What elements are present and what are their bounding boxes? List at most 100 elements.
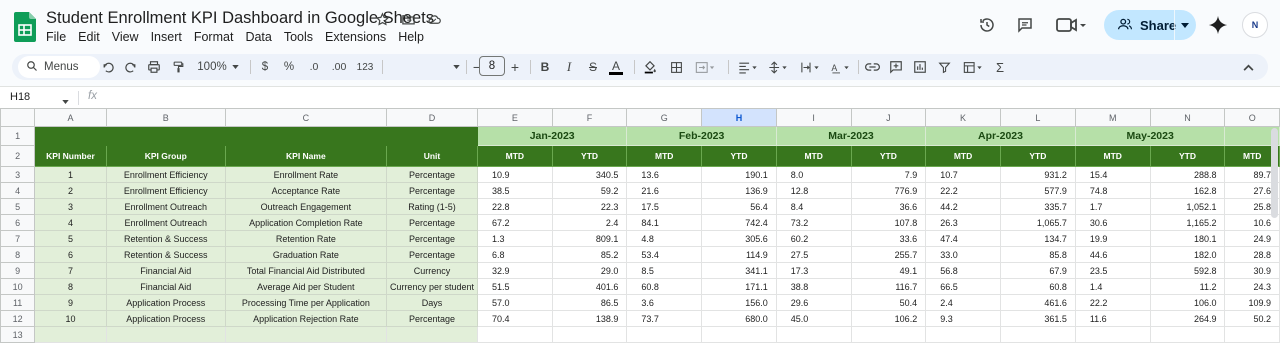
kpi-name-cell[interactable]: Processing Time per Application (224, 294, 387, 311)
value-cell[interactable]: 107.8 (850, 214, 927, 231)
value-cell[interactable]: 26.3 (925, 214, 1001, 231)
column-header-m[interactable]: M (1074, 108, 1151, 127)
value-cell[interactable]: 3.6 (626, 294, 703, 311)
unit-cell[interactable]: Currency (385, 262, 478, 279)
value-cell[interactable]: 8.5 (626, 262, 703, 279)
kpi-name-cell[interactable]: Total Financial Aid Distributed (224, 262, 387, 279)
filter-icon[interactable] (934, 54, 954, 80)
value-cell[interactable]: 1.3 (476, 230, 553, 247)
value-cell[interactable]: 8.4 (775, 198, 852, 215)
column-header-e[interactable]: E (476, 108, 553, 127)
kpi-group-cell[interactable]: Enrollment Efficiency (105, 182, 226, 199)
value-cell[interactable]: 809.1 (551, 230, 628, 247)
value-cell[interactable]: 70.4 (476, 310, 553, 327)
text-color-icon[interactable]: A (606, 54, 626, 80)
column-header-d[interactable]: D (385, 108, 478, 127)
empty-cell[interactable] (850, 326, 927, 343)
kpi-number-cell[interactable]: 8 (34, 278, 107, 295)
value-cell[interactable]: 47.4 (925, 230, 1001, 247)
month-header[interactable]: May-2023 (1074, 126, 1226, 146)
value-cell[interactable]: 22.8 (476, 198, 553, 215)
decrease-decimal-button[interactable]: .0 (304, 54, 324, 80)
kpi-number-cell[interactable]: 10 (34, 310, 107, 327)
empty-cell[interactable] (34, 326, 107, 343)
menu-help[interactable]: Help (398, 30, 424, 44)
value-cell[interactable]: 29.0 (551, 262, 628, 279)
strikethrough-icon[interactable]: S (584, 54, 602, 80)
value-cell[interactable]: 1,052.1 (1149, 198, 1226, 215)
value-cell[interactable]: 288.8 (1149, 166, 1226, 183)
kpi-number-cell[interactable]: 9 (34, 294, 107, 311)
row-header[interactable]: 8 (0, 246, 36, 263)
value-cell[interactable]: 33.0 (925, 246, 1001, 263)
borders-icon[interactable] (666, 54, 686, 80)
value-cell[interactable]: 592.8 (1149, 262, 1226, 279)
kpi-group-cell[interactable]: Enrollment Outreach (105, 214, 226, 231)
row-header[interactable]: 4 (0, 182, 36, 199)
kpi-group-cell[interactable]: Retention & Success (105, 246, 226, 263)
increase-decimal-button[interactable]: .00 (328, 54, 350, 80)
comments-icon[interactable] (1016, 16, 1034, 34)
value-cell[interactable]: 11.6 (1074, 310, 1151, 327)
ytd-header[interactable]: YTD (701, 145, 777, 167)
vertical-align-icon[interactable] (764, 54, 792, 80)
value-cell[interactable]: 461.6 (999, 294, 1076, 311)
kpi-name-cell[interactable]: Application Rejection Rate (224, 310, 387, 327)
month-header[interactable]: Mar-2023 (775, 126, 927, 146)
value-cell[interactable]: 138.9 (551, 310, 628, 327)
kpi-group-cell[interactable]: Retention & Success (105, 230, 226, 247)
value-cell[interactable]: 56.4 (701, 198, 777, 215)
sheets-logo-icon[interactable] (14, 12, 36, 42)
value-cell[interactable]: 60.8 (999, 278, 1076, 295)
value-cell[interactable]: 742.4 (701, 214, 777, 231)
value-cell[interactable]: 17.5 (626, 198, 703, 215)
name-box-chevron-down-icon[interactable] (62, 91, 69, 109)
empty-cell[interactable] (1074, 326, 1151, 343)
kpi-name-cell[interactable]: Enrollment Rate (224, 166, 387, 183)
value-cell[interactable]: 1.7 (1074, 198, 1151, 215)
version-history-icon[interactable] (978, 16, 996, 34)
unit-header[interactable]: Unit (385, 145, 478, 167)
column-header-f[interactable]: F (551, 108, 628, 127)
fill-color-icon[interactable] (640, 54, 660, 80)
insert-link-icon[interactable] (862, 54, 882, 80)
value-cell[interactable]: 134.7 (999, 230, 1076, 247)
ytd-header[interactable]: YTD (999, 145, 1076, 167)
select-all-corner[interactable] (0, 108, 36, 127)
empty-cell[interactable] (775, 326, 852, 343)
more-formats-button[interactable]: 123 (354, 54, 376, 80)
row-header[interactable]: 10 (0, 278, 36, 295)
value-cell[interactable]: 85.8 (999, 246, 1076, 263)
column-header-l[interactable]: L (999, 108, 1076, 127)
kpi-number-cell[interactable]: 1 (34, 166, 107, 183)
column-header-n[interactable]: N (1149, 108, 1226, 127)
empty-cell[interactable] (385, 326, 478, 343)
row-header[interactable]: 2 (0, 145, 36, 167)
text-rotation-icon[interactable]: A (826, 54, 854, 80)
insert-chart-icon[interactable] (910, 54, 930, 80)
kpi-number-cell[interactable]: 2 (34, 182, 107, 199)
menu-data[interactable]: Data (245, 30, 271, 44)
functions-sigma-icon[interactable]: Σ (990, 54, 1010, 80)
value-cell[interactable]: 264.9 (1149, 310, 1226, 327)
value-cell[interactable]: 73.2 (775, 214, 852, 231)
ytd-header[interactable]: YTD (551, 145, 628, 167)
value-cell[interactable]: 27.5 (775, 246, 852, 263)
unit-cell[interactable]: Percentage (385, 166, 478, 183)
value-cell[interactable]: 24.9 (1224, 230, 1280, 247)
value-cell[interactable]: 1,065.7 (999, 214, 1076, 231)
value-cell[interactable]: 577.9 (999, 182, 1076, 199)
value-cell[interactable]: 10.9 (476, 166, 553, 183)
value-cell[interactable]: 2.4 (551, 214, 628, 231)
value-cell[interactable]: 19.9 (1074, 230, 1151, 247)
unit-cell[interactable]: Rating (1-5) (385, 198, 478, 215)
percent-format-button[interactable]: % (280, 54, 298, 80)
paint-format-icon[interactable] (168, 54, 188, 80)
value-cell[interactable]: 67.2 (476, 214, 553, 231)
value-cell[interactable]: 66.5 (925, 278, 1001, 295)
kpi-name-cell[interactable]: Average Aid per Student (224, 278, 387, 295)
value-cell[interactable]: 1.4 (1074, 278, 1151, 295)
value-cell[interactable]: 162.8 (1149, 182, 1226, 199)
horizontal-align-icon[interactable] (734, 54, 762, 80)
kpi-name-cell[interactable]: Application Completion Rate (224, 214, 387, 231)
